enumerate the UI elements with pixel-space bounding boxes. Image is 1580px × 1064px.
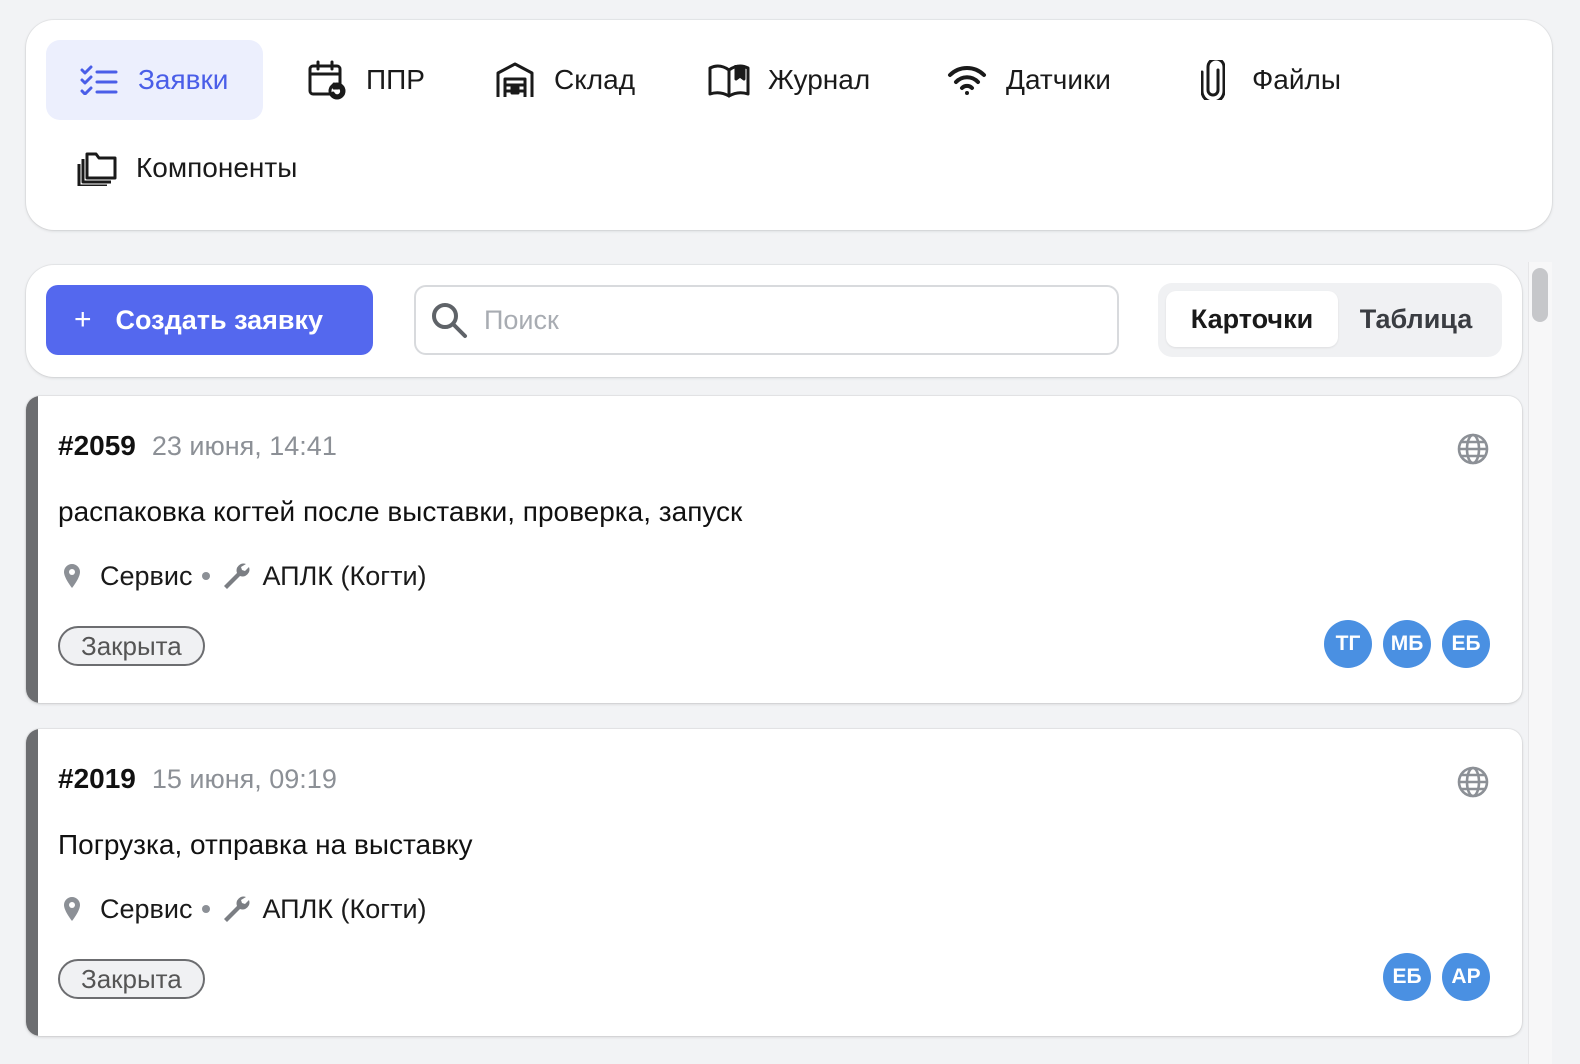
create-request-button[interactable]: + Создать заявку <box>46 285 373 355</box>
nav-item-requests[interactable]: Заявки <box>46 40 263 120</box>
book-icon <box>708 59 750 101</box>
globe-icon[interactable] <box>1456 765 1490 799</box>
status-stripe <box>26 396 38 703</box>
create-request-label: Создать заявку <box>115 304 324 335</box>
request-equipment: АПЛК (Когти) <box>262 560 427 591</box>
separator-dot <box>202 572 211 580</box>
scrollbar-thumb[interactable] <box>1532 268 1548 322</box>
view-toggle: Карточки Таблица <box>1158 283 1502 357</box>
nav-item-label: Файлы <box>1252 64 1341 95</box>
request-id: #2059 <box>58 430 136 461</box>
search-field[interactable] <box>414 285 1119 355</box>
separator-dot <box>202 905 211 913</box>
avatar[interactable]: МБ <box>1383 620 1431 668</box>
wrench-icon <box>224 896 250 922</box>
location-pin-icon <box>64 564 80 588</box>
request-location: Сервис <box>100 560 193 591</box>
nav-item-label: Компоненты <box>136 152 298 183</box>
request-title: Погрузка, отправка на выставку <box>58 829 473 860</box>
wrench-icon <box>224 563 250 589</box>
avatar[interactable]: ЕБ <box>1383 953 1431 1001</box>
nav-item-ppr[interactable]: ППР <box>306 40 425 120</box>
request-header: #2019 15 июня, 09:19 <box>58 763 337 795</box>
nav-item-label: ППР <box>366 64 425 95</box>
assignee-list: ЕБ АР <box>1372 953 1490 1001</box>
search-input[interactable] <box>484 304 1084 336</box>
nav-item-label: Журнал <box>768 64 871 95</box>
nav-item-journal[interactable]: Журнал <box>708 40 870 120</box>
avatar[interactable]: ЕБ <box>1442 620 1490 668</box>
request-date: 23 июня, 14:41 <box>151 431 337 461</box>
request-title: распаковка когтей после выставки, провер… <box>58 496 743 527</box>
page: Заявки ППР Склад Журнал Датчики Файлы Ко… <box>0 0 1580 1064</box>
scrollbar-track[interactable] <box>1528 262 1552 1064</box>
request-card[interactable]: #2059 23 июня, 14:41 распаковка когтей п… <box>26 396 1522 703</box>
calendar-refresh-icon <box>306 59 348 101</box>
request-date: 15 июня, 09:19 <box>151 764 337 794</box>
status-badge: Закрыта <box>58 626 205 666</box>
avatar[interactable]: ТГ <box>1324 620 1372 668</box>
request-meta: Сервис АПЛК (Когти) <box>58 560 427 592</box>
toolbar: + Создать заявку Карточки Таблица <box>26 265 1522 377</box>
nav-item-warehouse[interactable]: Склад <box>494 40 635 120</box>
avatar[interactable]: АР <box>1442 953 1490 1001</box>
status-stripe <box>26 729 38 1036</box>
request-card[interactable]: #2019 15 июня, 09:19 Погрузка, отправка … <box>26 729 1522 1036</box>
nav-menu: Заявки ППР Склад Журнал Датчики Файлы Ко… <box>26 20 1552 230</box>
nav-item-components[interactable]: Компоненты <box>76 128 297 208</box>
nav-item-files[interactable]: Файлы <box>1192 40 1341 120</box>
nav-item-label: Склад <box>554 64 636 95</box>
plus-icon: + <box>74 303 92 336</box>
search-icon <box>430 300 470 340</box>
request-meta: Сервис АПЛК (Когти) <box>58 893 427 925</box>
request-location: Сервис <box>100 893 193 924</box>
assignee-list: ТГ МБ ЕБ <box>1313 620 1490 668</box>
view-table-button[interactable]: Таблица <box>1338 291 1494 347</box>
paperclip-icon <box>1192 59 1234 101</box>
wifi-icon <box>946 59 988 101</box>
folders-icon <box>76 147 118 189</box>
globe-icon[interactable] <box>1456 432 1490 466</box>
status-badge: Закрыта <box>58 959 205 999</box>
request-id: #2019 <box>58 763 136 794</box>
checklist-icon <box>78 59 120 101</box>
view-cards-button[interactable]: Карточки <box>1166 291 1338 347</box>
nav-item-sensors[interactable]: Датчики <box>946 40 1111 120</box>
request-equipment: АПЛК (Когти) <box>262 893 427 924</box>
request-header: #2059 23 июня, 14:41 <box>58 430 337 462</box>
nav-item-label: Заявки <box>138 64 229 95</box>
warehouse-icon <box>494 59 536 101</box>
nav-item-label: Датчики <box>1006 64 1111 95</box>
location-pin-icon <box>64 897 80 921</box>
